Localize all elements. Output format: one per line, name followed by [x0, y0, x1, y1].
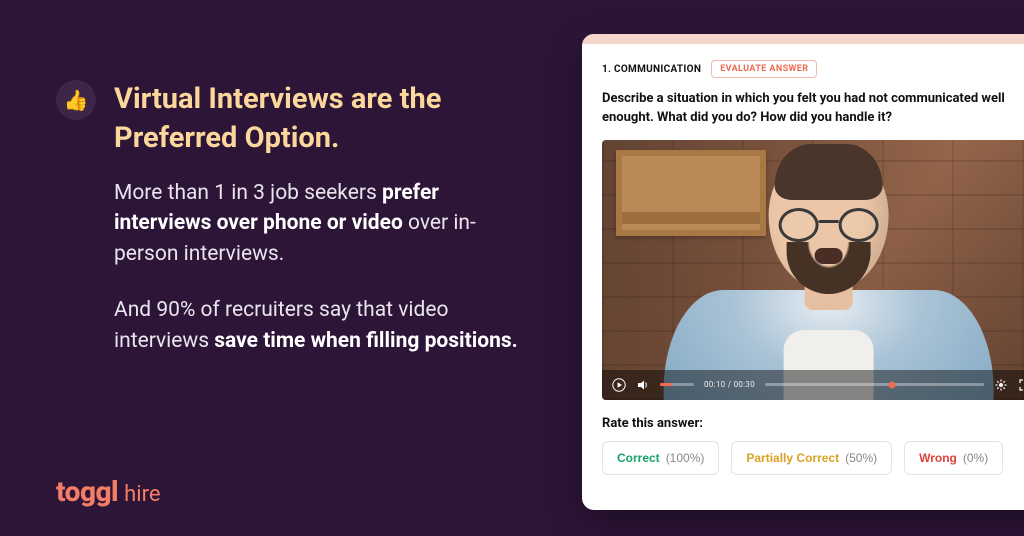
- question-category-label: 1. COMMUNICATION: [602, 64, 701, 75]
- settings-icon[interactable]: [994, 378, 1008, 392]
- rate-correct-button[interactable]: Correct (100%): [602, 441, 719, 475]
- headline: Virtual Interviews are the Preferred Opt…: [114, 80, 534, 158]
- progress-handle-icon[interactable]: [889, 381, 896, 388]
- rate-partial-pct: (50%): [845, 451, 877, 465]
- volume-slider[interactable]: [660, 383, 694, 386]
- evaluation-card: 1. COMMUNICATION EVALUATE ANSWER Describ…: [582, 34, 1024, 510]
- rate-answer-label: Rate this answer:: [602, 416, 1024, 431]
- paragraph-1: More than 1 in 3 job seekers prefer inte…: [114, 178, 524, 269]
- card-accent-bar: [582, 34, 1024, 44]
- question-meta-row: 1. COMMUNICATION EVALUATE ANSWER: [602, 60, 1024, 78]
- rating-buttons-row: Correct (100%) Partially Correct (50%) W…: [602, 441, 1024, 475]
- video-progress-bar[interactable]: [765, 383, 984, 386]
- video-person: [664, 160, 994, 400]
- p2-bold: save time when filling positions.: [214, 329, 518, 353]
- video-controls: 00:10 / 00:30: [602, 370, 1024, 400]
- rate-partial-button[interactable]: Partially Correct (50%): [731, 441, 892, 475]
- rate-partial-label: Partially Correct: [746, 451, 839, 465]
- thumbs-up-glyph: 👍: [64, 88, 89, 112]
- answer-video-player[interactable]: 00:10 / 00:30: [602, 140, 1024, 400]
- thumbs-up-icon: 👍: [56, 80, 96, 120]
- rate-wrong-label: Wrong: [919, 451, 957, 465]
- rate-correct-pct: (100%): [666, 451, 705, 465]
- body-copy: More than 1 in 3 job seekers prefer inte…: [114, 178, 524, 382]
- rate-wrong-pct: (0%): [963, 451, 988, 465]
- brand-logo: toggl hire: [56, 475, 161, 508]
- rate-wrong-button[interactable]: Wrong (0%): [904, 441, 1003, 475]
- fullscreen-icon[interactable]: [1018, 378, 1024, 392]
- logo-hire: hire: [124, 482, 160, 507]
- question-text: Describe a situation in which you felt y…: [602, 90, 1024, 128]
- logo-toggl: toggl: [56, 475, 118, 508]
- video-timecode: 00:10 / 00:30: [704, 380, 755, 389]
- paragraph-2: And 90% of recruiters say that video int…: [114, 295, 524, 356]
- p1-lead: More than 1 in 3 job seekers: [114, 181, 382, 205]
- rate-correct-label: Correct: [617, 451, 660, 465]
- play-icon[interactable]: [612, 378, 626, 392]
- volume-icon[interactable]: [636, 378, 650, 392]
- evaluate-answer-badge[interactable]: EVALUATE ANSWER: [711, 60, 817, 78]
